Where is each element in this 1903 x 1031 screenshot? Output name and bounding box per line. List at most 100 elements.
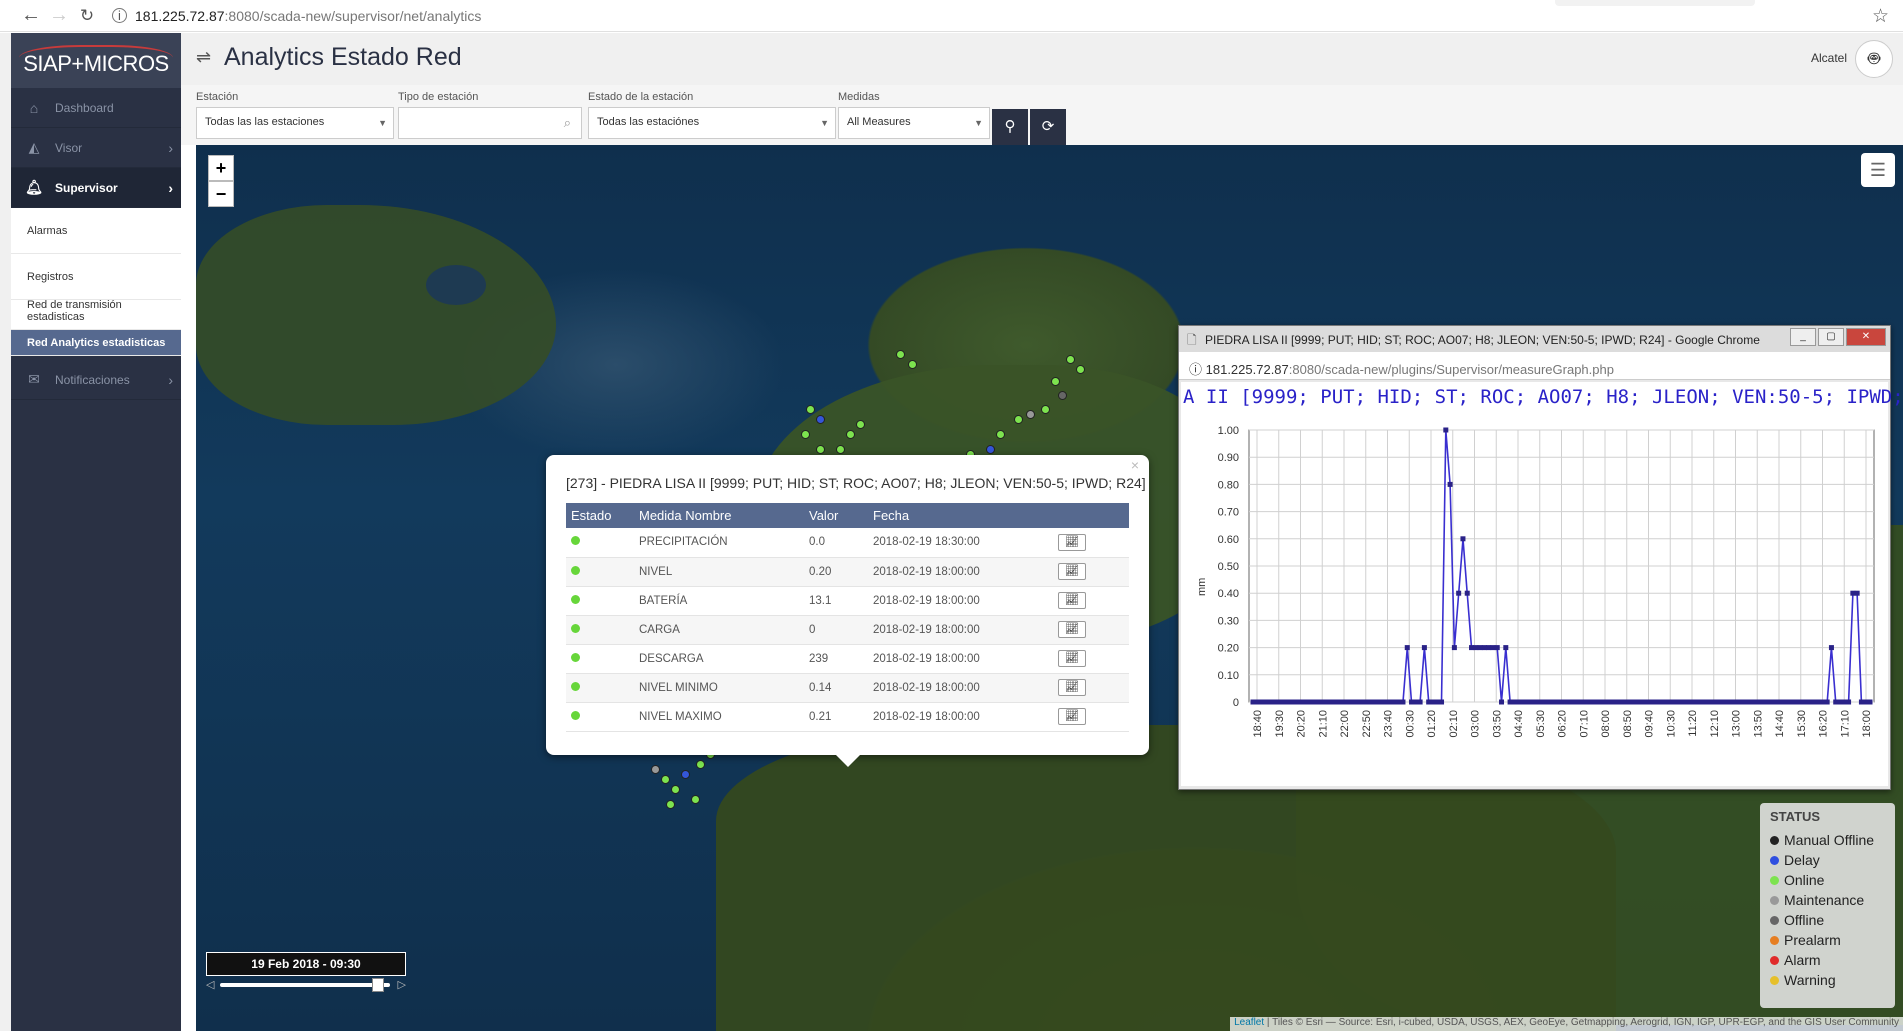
graph-title: A II [9999; PUT; HID; ST; ROC; AO07; H8;…: [1183, 386, 1903, 408]
estacion-select[interactable]: Todas las las estaciones ▼: [196, 107, 394, 139]
data-point: [1768, 699, 1774, 705]
station-marker[interactable]: [1026, 410, 1035, 419]
station-marker[interactable]: [696, 760, 705, 769]
submenu-item-registros[interactable]: Registros: [11, 254, 181, 300]
estado-select[interactable]: Todas las estaciónes ▼: [588, 107, 836, 139]
station-marker[interactable]: [651, 765, 660, 774]
station-marker[interactable]: [856, 420, 865, 429]
graph-button-icon[interactable]: 📈︎: [1058, 533, 1086, 551]
data-point: [1344, 699, 1350, 705]
data-point: [1593, 699, 1599, 705]
slider-prev-icon[interactable]: ◁: [206, 978, 214, 991]
data-point: [1691, 699, 1697, 705]
station-marker[interactable]: [801, 430, 810, 439]
graph-button-icon[interactable]: 📈︎: [1058, 708, 1086, 725]
data-point: [1683, 699, 1689, 705]
graph-button-icon[interactable]: 📈︎: [1058, 592, 1086, 609]
forward-arrow-icon[interactable]: →: [48, 4, 70, 27]
station-marker[interactable]: [666, 800, 675, 809]
station-marker[interactable]: [816, 445, 825, 454]
station-marker[interactable]: [1014, 415, 1023, 424]
maximize-button[interactable]: ▢: [1818, 328, 1844, 346]
sidebar-item-notificaciones[interactable]: ✉ Notificaciones ›: [11, 360, 181, 400]
document-icon: 🗋︎: [1187, 333, 1197, 347]
slider-next-icon[interactable]: ▷: [398, 978, 406, 991]
data-point: [1726, 699, 1732, 705]
station-marker[interactable]: [1041, 405, 1050, 414]
data-point: [1554, 699, 1560, 705]
sidebar-item-dashboard[interactable]: ⌂ Dashboard: [11, 88, 181, 128]
leaflet-link[interactable]: Leaflet: [1234, 1017, 1264, 1028]
graph-button-icon[interactable]: 📈︎: [1058, 563, 1086, 580]
close-icon[interactable]: ×: [1131, 457, 1139, 473]
data-point: [1640, 699, 1646, 705]
envelope-icon: ✉: [28, 371, 40, 387]
station-marker[interactable]: [1051, 377, 1060, 386]
popup-title: [273] - PIEDRA LISA II [9999; PUT; HID; …: [566, 475, 1146, 491]
graph-button-icon[interactable]: 📈︎: [1058, 621, 1086, 638]
slider-handle[interactable]: [372, 978, 384, 992]
station-marker[interactable]: [908, 360, 917, 369]
data-point: [1520, 699, 1526, 705]
station-marker[interactable]: [996, 430, 1005, 439]
window-titlebar[interactable]: 🗋︎ PIEDRA LISA II [9999; PUT; HID; ST; R…: [1179, 326, 1890, 352]
sidebar-item-supervisor[interactable]: 🔔︎ Supervisor ›: [11, 168, 181, 208]
minimize-button[interactable]: _: [1790, 328, 1816, 346]
zoom-in-button[interactable]: +: [208, 155, 234, 181]
address-bar[interactable]: 181.225.72.87:8080/scada-new/supervisor/…: [135, 8, 481, 24]
close-window-button[interactable]: ✕: [1846, 328, 1886, 346]
menu-toggle-icon[interactable]: ⇌: [196, 47, 211, 68]
x-tick-label: 05:30: [1535, 710, 1547, 738]
station-marker[interactable]: [816, 415, 825, 424]
graph-button-icon[interactable]: 📈︎: [1058, 679, 1086, 696]
station-marker[interactable]: [1066, 355, 1075, 364]
sidebar-item-visor[interactable]: ◭ Visor ›: [11, 128, 181, 168]
data-point: [1263, 699, 1269, 705]
station-marker[interactable]: [1058, 391, 1067, 400]
y-tick-label: 0.70: [1218, 507, 1239, 519]
submenu-item-red-transmision[interactable]: Red de transmisión estadisticas: [11, 299, 181, 330]
android-avatar-icon[interactable]: 🤖︎: [1855, 40, 1893, 78]
filter-estado: Estado de la estación Todas las estación…: [588, 91, 836, 139]
layers-icon[interactable]: ☰: [1861, 153, 1895, 187]
station-marker[interactable]: [681, 770, 690, 779]
bookmark-star-icon[interactable]: ☆: [1872, 5, 1889, 28]
zoom-out-button[interactable]: −: [208, 181, 234, 207]
filter-estacion: Estación Todas las las estaciones ▼: [196, 91, 394, 139]
station-marker[interactable]: [836, 445, 845, 454]
refresh-button[interactable]: ⟳: [1030, 109, 1066, 145]
info-icon[interactable]: i: [112, 8, 127, 23]
search-button[interactable]: ⚲: [992, 109, 1028, 145]
user-name[interactable]: Alcatel: [1811, 51, 1847, 65]
time-slider[interactable]: ◁ ▷: [206, 978, 406, 992]
medidas-select[interactable]: All Measures ▼: [838, 107, 990, 139]
station-marker[interactable]: [986, 445, 995, 454]
data-point: [1786, 699, 1792, 705]
chevron-right-icon: ›: [168, 139, 173, 156]
popup-address-bar[interactable]: ⓘ 181.225.72.87:8080/scada-new/plugins/S…: [1179, 352, 1890, 380]
station-marker[interactable]: [896, 350, 905, 359]
station-popup: × [273] - PIEDRA LISA II [9999; PUT; HID…: [546, 455, 1149, 767]
data-point: [1696, 699, 1702, 705]
station-marker[interactable]: [691, 795, 700, 804]
station-marker[interactable]: [671, 785, 680, 794]
station-marker[interactable]: [1076, 365, 1085, 374]
submenu-item-red-analytics[interactable]: Red Analytics estadisticas: [11, 330, 181, 356]
legend-label: Offline: [1784, 912, 1825, 928]
station-marker[interactable]: [661, 775, 670, 784]
station-marker[interactable]: [846, 430, 855, 439]
data-point: [1773, 699, 1779, 705]
tipo-search-input[interactable]: ⌕: [398, 107, 582, 139]
data-point: [1331, 699, 1337, 705]
data-point: [1687, 699, 1693, 705]
submenu-item-alarmas[interactable]: Alarmas: [11, 208, 181, 254]
back-arrow-icon[interactable]: ←: [20, 4, 42, 27]
data-point: [1529, 699, 1535, 705]
data-point: [1811, 699, 1817, 705]
station-marker[interactable]: [806, 405, 815, 414]
slider-track[interactable]: [220, 983, 390, 987]
logo[interactable]: SIAP+MICROS: [11, 33, 181, 88]
measure-name-cell: DESCARGA: [634, 644, 804, 674]
graph-button-icon[interactable]: 📈︎: [1058, 650, 1086, 667]
reload-icon[interactable]: ↻: [76, 6, 98, 26]
